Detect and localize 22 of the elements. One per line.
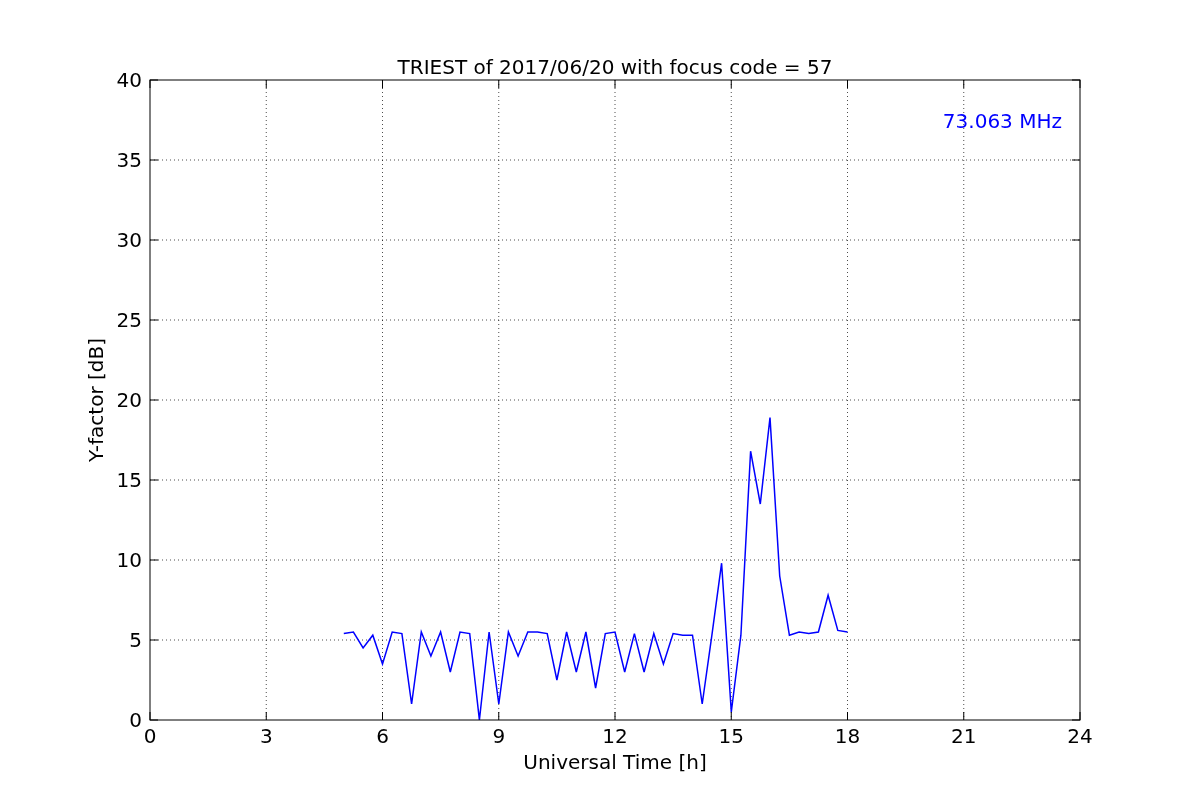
frequency-label: 73.063 MHz [942,109,1062,133]
x-tick-label: 12 [602,724,628,748]
y-tick-label: 25 [116,308,142,332]
y-tick-label: 30 [116,228,142,252]
y-tick-label: 35 [116,148,142,172]
y-tick-label: 0 [129,708,142,732]
x-tick-label: 3 [259,724,273,748]
x-tick-label: 21 [951,724,977,748]
chart-title: TRIEST of 2017/06/20 with focus code = 57 [397,55,833,79]
y-tick-label: 5 [129,628,142,652]
y-tick-label: 15 [116,468,142,492]
x-axis-title: Universal Time [h] [523,750,707,774]
x-tick-label: 0 [143,724,157,748]
x-tick-label: 15 [718,724,744,748]
x-tick-label: 9 [492,724,506,748]
x-tick-label: 18 [834,724,861,748]
x-tick-label: 24 [1067,724,1093,748]
y-tick-label: 10 [116,548,142,572]
y-tick-label: 20 [116,388,142,412]
y-tick-label: 40 [116,68,142,92]
x-tick-label: 6 [376,724,389,748]
y-axis-title: Y-factor [dB] [84,338,108,462]
